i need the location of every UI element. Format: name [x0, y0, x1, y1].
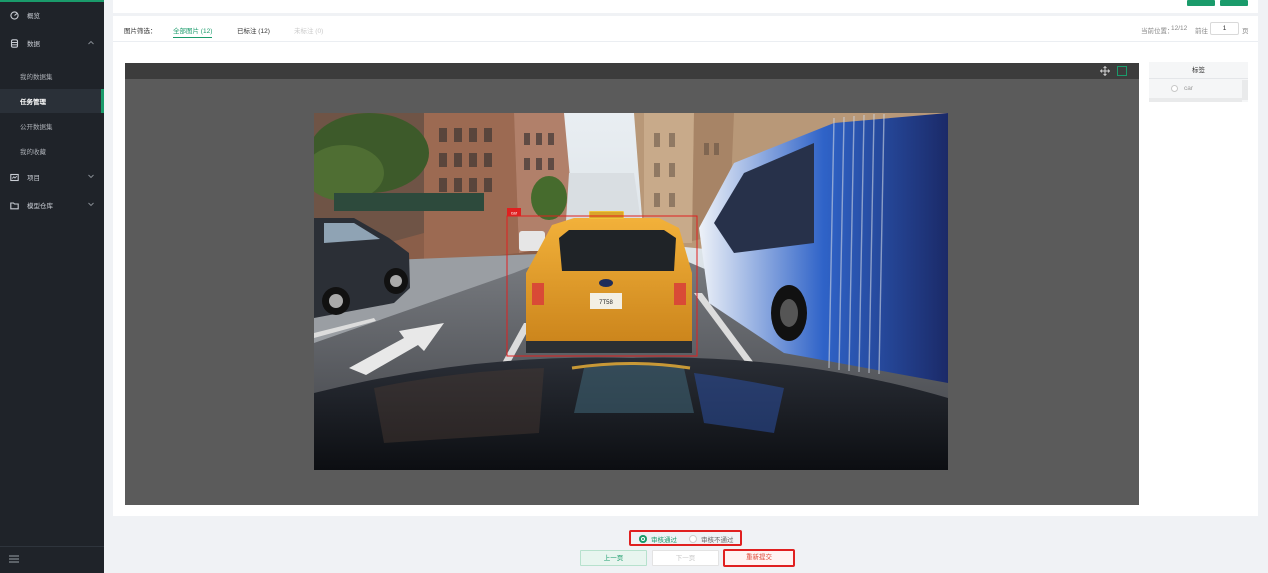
- sidebar-item-label: 概览: [27, 13, 40, 20]
- sidebar: 概览 数据 我的数据集 任务管理 公开数据集 我的收藏 项目 模型仓库: [0, 0, 104, 573]
- sidebar-item-label: 数据: [27, 41, 40, 48]
- sidebar-item-data[interactable]: 数据: [0, 33, 104, 53]
- dashboard-icon: [10, 10, 19, 20]
- sidebar-subitem-my-datasets[interactable]: 我的数据集: [0, 64, 104, 88]
- svg-text:7T58: 7T58: [599, 300, 613, 306]
- sidebar-item-label: 模型仓库: [27, 203, 53, 210]
- label-option-text: car: [1184, 84, 1194, 92]
- database-icon: [10, 38, 19, 48]
- position-value: 12/12: [1171, 25, 1188, 32]
- annotation-label: car: [511, 211, 518, 216]
- review-result-group: 审核通过 审核不通过: [629, 530, 742, 546]
- chevron-down-icon: [88, 174, 94, 179]
- annotation-canvas[interactable]: 7T58 car: [125, 63, 1139, 505]
- tab-all-images[interactable]: 全部图片 (12): [173, 25, 213, 38]
- chevron-up-icon: [88, 40, 94, 45]
- sidebar-item-project[interactable]: 项目: [0, 167, 104, 187]
- sidebar-subitem-label: 任务管理: [20, 99, 46, 106]
- sidebar-subitem-public-datasets[interactable]: 公开数据集: [0, 114, 104, 138]
- rectangle-tool-icon[interactable]: [1117, 66, 1127, 76]
- radio-label: 审核通过: [651, 537, 677, 544]
- radio-review-fail[interactable]: 审核不通过: [689, 534, 734, 544]
- menu-collapse-icon[interactable]: [9, 555, 19, 563]
- annotation-card: 图片筛选： 全部图片 (12) 已标注 (12) 未标注 (0) 当前位置： 1…: [113, 16, 1258, 516]
- tab-unannotated[interactable]: 未标注 (0): [294, 25, 323, 35]
- sidebar-subitem-label: 我的收藏: [20, 149, 46, 156]
- page-number-input[interactable]: [1210, 22, 1239, 35]
- header-action-button[interactable]: [1187, 0, 1215, 6]
- sidebar-item-overview[interactable]: 概览: [0, 5, 104, 25]
- tab-annotated[interactable]: 已标注 (12): [237, 25, 270, 35]
- sidebar-subitem-task-management[interactable]: 任务管理: [0, 89, 104, 113]
- sidebar-item-model-repo[interactable]: 模型仓库: [0, 195, 104, 215]
- label-option-car[interactable]: car: [1149, 80, 1242, 96]
- radio-icon: [1171, 84, 1178, 92]
- chevron-down-icon: [88, 202, 94, 207]
- street-scene-image: 7T58 car: [314, 113, 948, 470]
- header-action-button[interactable]: [1220, 0, 1248, 6]
- sidebar-item-label: 项目: [27, 175, 40, 182]
- radio-unchecked-icon: [689, 535, 697, 543]
- canvas-toolbar: [125, 63, 1139, 79]
- image-filter-bar: 图片筛选： 全部图片 (12) 已标注 (12) 未标注 (0) 当前位置： 1…: [113, 16, 1258, 42]
- move-icon[interactable]: [1100, 66, 1110, 76]
- sidebar-subitem-label: 公开数据集: [20, 124, 53, 131]
- goto-label: 前往: [1195, 28, 1208, 35]
- label-panel-scrollbar[interactable]: [1242, 80, 1248, 100]
- filter-label: 图片筛选：: [124, 28, 157, 35]
- project-icon: [10, 173, 19, 182]
- sidebar-divider: [0, 546, 104, 547]
- dataset-image: 7T58 car: [314, 113, 948, 470]
- prev-page-button[interactable]: 上一页: [580, 550, 647, 566]
- resubmit-button[interactable]: 重新提交: [723, 549, 795, 567]
- app-root: 概览 数据 我的数据集 任务管理 公开数据集 我的收藏 项目 模型仓库 图片筛选…: [0, 0, 1268, 573]
- folder-icon: [10, 201, 19, 210]
- sidebar-accent-line: [0, 0, 104, 2]
- sidebar-subitem-favorites[interactable]: 我的收藏: [0, 139, 104, 163]
- position-label: 当前位置：: [1141, 28, 1174, 35]
- label-panel-header: 标签: [1149, 62, 1248, 79]
- sidebar-subitem-label: 我的数据集: [20, 74, 53, 81]
- page-suffix: 页: [1242, 28, 1249, 35]
- label-panel: 标签 car: [1149, 62, 1248, 102]
- header-remnant: [113, 0, 1258, 13]
- radio-review-pass[interactable]: 审核通过: [639, 534, 677, 544]
- radio-label: 审核不通过: [701, 537, 734, 544]
- radio-checked-icon: [639, 535, 647, 543]
- next-page-button[interactable]: 下一页: [652, 550, 719, 566]
- label-panel-horizontal-scrollbar[interactable]: [1149, 98, 1242, 102]
